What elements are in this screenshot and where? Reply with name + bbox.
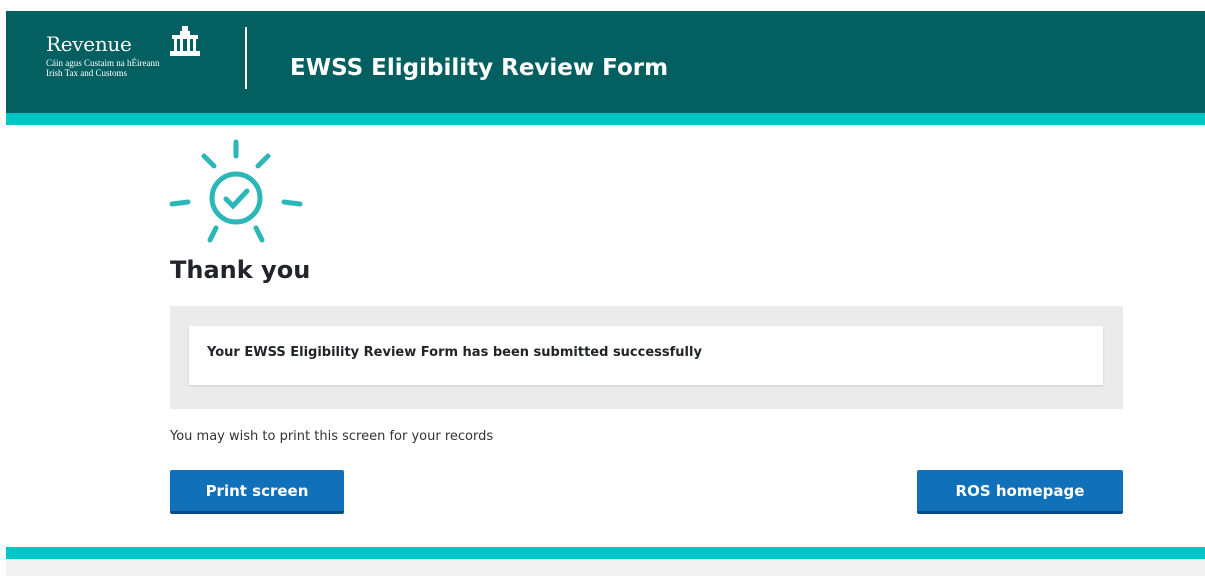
success-message: Your EWSS Eligibility Review Form has be…: [207, 345, 702, 360]
header-accent-stripe: [6, 113, 1205, 125]
header-divider: [245, 27, 247, 89]
ros-homepage-button[interactable]: ROS homepage: [917, 470, 1123, 514]
page-title: EWSS Eligibility Review Form: [290, 55, 669, 81]
sun-checkmark-icon: [169, 139, 303, 243]
customs-house-icon: [170, 26, 200, 56]
revenue-logo[interactable]: Revenue Cáin agus Custaim na hÉireann Ir…: [46, 26, 216, 88]
logo-name: Revenue: [46, 32, 132, 56]
success-message-box: Your EWSS Eligibility Review Form has be…: [189, 326, 1103, 385]
print-hint-text: You may wish to print this screen for yo…: [170, 429, 494, 444]
thank-you-heading: Thank you: [170, 256, 311, 284]
logo-subtitle-irish: Cáin agus Custaim na hÉireann: [46, 58, 160, 68]
site-footer: [6, 559, 1205, 576]
confirmation-panel: Your EWSS Eligibility Review Form has be…: [170, 306, 1123, 409]
footer-accent-stripe: [6, 547, 1205, 559]
print-screen-button[interactable]: Print screen: [170, 470, 344, 514]
logo-subtitle-english: Irish Tax and Customs: [46, 68, 127, 78]
